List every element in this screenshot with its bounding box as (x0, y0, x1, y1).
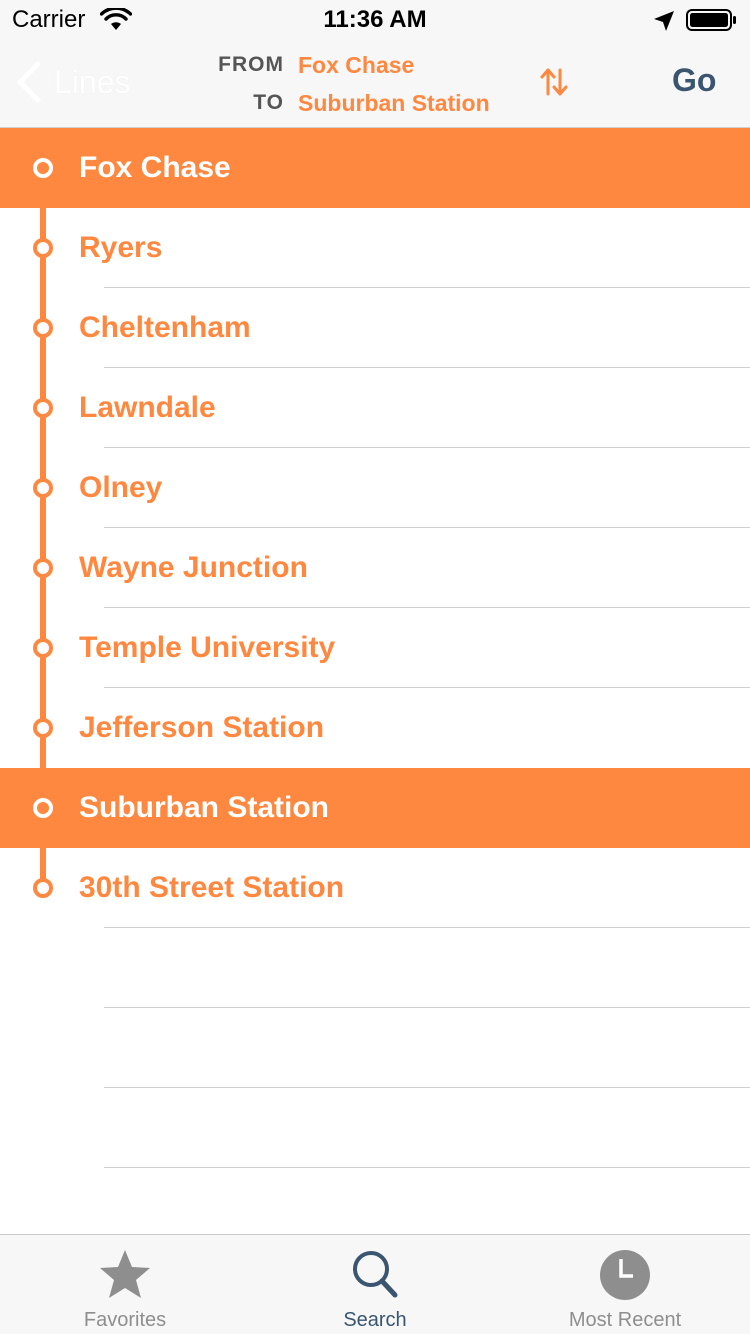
row-divider (104, 1167, 750, 1168)
station-dot-icon (33, 238, 53, 258)
station-dot-icon (33, 318, 53, 338)
station-dot-icon (33, 718, 53, 738)
search-icon (353, 1251, 398, 1298)
star-icon (100, 1250, 150, 1298)
tab-label: Favorites (83, 1309, 167, 1331)
station-list: Fox Chase Ryers Cheltenham Lawndale Olney Way… (0, 128, 750, 1234)
station-dot-icon (33, 398, 53, 418)
station-name: Wayne Junction (79, 551, 308, 584)
station-row[interactable]: Lawndale (0, 368, 750, 448)
station-row[interactable]: Temple University (0, 608, 750, 688)
back-label: Lines (54, 63, 131, 100)
station-dot-icon (33, 638, 53, 658)
swap-direction-icon[interactable] (538, 66, 570, 98)
station-name: Lawndale (79, 391, 216, 424)
go-button[interactable]: Go (672, 62, 716, 99)
empty-row (0, 1088, 750, 1168)
status-time: 11:36 AM (323, 6, 427, 33)
navigation-bar: Lines FROM TO Fox Chase Suburban Station… (0, 40, 750, 128)
station-row[interactable]: Fox Chase (0, 128, 750, 208)
tab-label: Most Recent (568, 1309, 682, 1331)
chevron-left-icon (17, 61, 41, 103)
to-label: TO (253, 91, 284, 114)
station-dot-icon (33, 158, 53, 178)
station-dot-icon (33, 798, 53, 818)
status-bar: Carrier 11:36 AM (0, 0, 750, 40)
station-row[interactable]: 30th Street Station (0, 848, 750, 928)
tab-label: Search (343, 1309, 407, 1331)
station-dot-icon (33, 478, 53, 498)
station-name: Temple University (79, 631, 336, 664)
station-name: 30th Street Station (79, 871, 345, 904)
back-button[interactable]: Lines (14, 58, 131, 106)
to-station-value[interactable]: Suburban Station (298, 84, 490, 122)
station-dot-icon (33, 558, 53, 578)
station-row[interactable]: Jefferson Station (0, 688, 750, 768)
empty-row (0, 1008, 750, 1088)
from-label: FROM (218, 53, 284, 76)
battery-icon (686, 9, 736, 31)
station-dot-icon (33, 878, 53, 898)
clock-icon (600, 1250, 650, 1300)
station-name: Jefferson Station (79, 711, 325, 744)
station-name: Ryers (79, 231, 163, 264)
station-name: Cheltenham (79, 311, 251, 344)
route-labels: FROM TO (200, 46, 284, 122)
empty-row (0, 928, 750, 1008)
tab-bar: Favorites Search Most Recent (0, 1234, 750, 1334)
station-row[interactable]: Olney (0, 448, 750, 528)
location-arrow-icon (654, 11, 674, 31)
tab-most-recent[interactable]: Most Recent (500, 1235, 750, 1334)
station-name: Olney (79, 471, 163, 504)
station-row[interactable]: Wayne Junction (0, 528, 750, 608)
tab-favorites[interactable]: Favorites (0, 1235, 250, 1334)
tab-search[interactable]: Search (250, 1235, 500, 1334)
station-name: Fox Chase (79, 151, 231, 184)
from-station-value[interactable]: Fox Chase (298, 46, 490, 84)
station-name: Suburban Station (79, 791, 329, 824)
station-row[interactable]: Ryers (0, 208, 750, 288)
station-row[interactable]: Cheltenham (0, 288, 750, 368)
route-values: Fox Chase Suburban Station (298, 46, 490, 122)
station-row[interactable]: Suburban Station (0, 768, 750, 848)
